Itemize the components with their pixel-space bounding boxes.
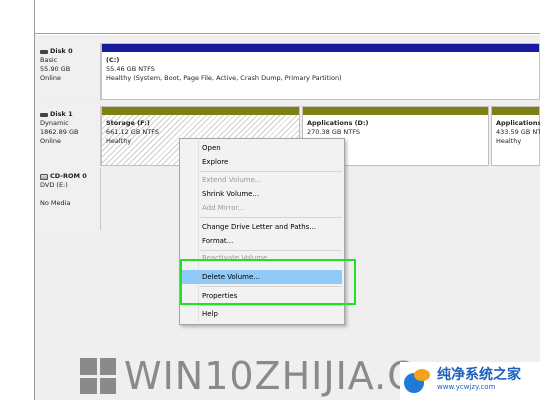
disk-type: Dynamic xyxy=(40,119,69,127)
site-logo: 纯净系统之家 www.ycwjzy.com xyxy=(400,362,540,400)
volume-bar xyxy=(303,107,488,115)
disk-1-label[interactable]: Disk 1 Dynamic 1862.89 GB Online xyxy=(35,106,101,166)
volume-size: 433.59 GB NT xyxy=(496,128,540,136)
volume-name: Applications (D:) xyxy=(307,119,369,127)
volume-c[interactable]: (C:) 55.46 GB NTFS Healthy (System, Boot… xyxy=(101,43,540,100)
volume-bar xyxy=(492,107,539,115)
windows-logo-icon xyxy=(80,358,116,394)
menu-item-help[interactable]: Help xyxy=(202,309,218,319)
volume-health: Healthy (System, Boot, Page File, Active… xyxy=(106,74,342,82)
disk-name: Disk 0 xyxy=(50,47,73,55)
menu-separator xyxy=(200,217,342,218)
disk-icon xyxy=(40,49,48,54)
watermark: WIN10ZHIJIA.C xyxy=(80,354,415,398)
disk-type: Basic xyxy=(40,56,58,64)
volume-health: Healthy xyxy=(106,137,132,145)
watermark-text: WIN10ZHIJIA.C xyxy=(124,354,415,398)
disk-0-row: Disk 0 Basic 55.90 GB Online (C:) 55.46 … xyxy=(35,43,540,100)
disk-name: Disk 1 xyxy=(50,110,73,118)
disk-status: Online xyxy=(40,74,61,82)
volume-applications-3[interactable]: Applications 433.59 GB NT Healthy xyxy=(491,106,540,166)
menu-item-open[interactable]: Open xyxy=(202,143,221,153)
disk-size: 55.90 GB xyxy=(40,65,71,73)
volume-size: 270.38 GB NTFS xyxy=(307,128,360,136)
disk-status: Online xyxy=(40,137,61,145)
volume-name: Storage (F:) xyxy=(106,119,150,127)
annotation-highlight-box xyxy=(180,259,356,305)
cd-drive-icon xyxy=(40,173,48,180)
site-logo-icon xyxy=(404,367,432,395)
volume-list-pane[interactable] xyxy=(35,0,540,34)
menu-item-extend-volume[interactable]: Extend Volume... xyxy=(202,175,261,185)
menu-separator xyxy=(200,171,342,172)
disk-status: No Media xyxy=(40,199,71,207)
disk-icon xyxy=(40,112,48,117)
volume-size: 661.12 GB NTFS xyxy=(106,128,159,136)
site-name: 纯净系统之家 xyxy=(437,367,521,383)
disk-0-label[interactable]: Disk 0 Basic 55.90 GB Online xyxy=(35,43,101,100)
volume-bar xyxy=(102,107,299,115)
disk-type: DVD (E:) xyxy=(40,181,68,189)
menu-item-format[interactable]: Format... xyxy=(202,236,233,246)
menu-item-add-mirror[interactable]: Add Mirror... xyxy=(202,203,244,213)
site-url: www.ycwjzy.com xyxy=(437,383,496,391)
volume-bar xyxy=(102,44,539,52)
volume-health: Healthy xyxy=(496,137,522,145)
disk-size: 1862.89 GB xyxy=(40,128,79,136)
disk-name: CD-ROM 0 xyxy=(50,172,87,180)
volume-name: (C:) xyxy=(106,56,120,64)
menu-separator xyxy=(200,305,342,306)
menu-item-change-drive-letter[interactable]: Change Drive Letter and Paths... xyxy=(202,222,316,232)
cdrom-0-label[interactable]: CD-ROM 0 DVD (E:) No Media xyxy=(35,168,101,230)
menu-separator xyxy=(200,250,342,251)
volume-name: Applications xyxy=(496,119,540,127)
menu-item-shrink-volume[interactable]: Shrink Volume... xyxy=(202,189,259,199)
menu-item-explore[interactable]: Explore xyxy=(202,157,228,167)
volume-size: 55.46 GB NTFS xyxy=(106,65,155,73)
